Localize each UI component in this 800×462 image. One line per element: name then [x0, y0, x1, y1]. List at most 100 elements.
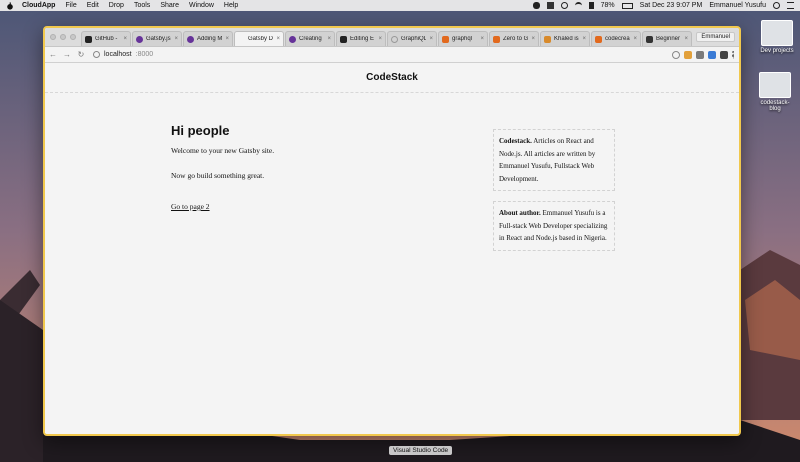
folder-icon — [761, 20, 793, 46]
volume-icon[interactable] — [588, 2, 594, 9]
browser-tab[interactable]: Creating × — [285, 31, 335, 46]
pen-icon — [544, 35, 551, 43]
sidebar: Codestack. Articles on React and Node.js… — [493, 129, 615, 261]
gatsby-icon — [136, 35, 143, 43]
browser-tab[interactable]: Editing E × — [336, 31, 386, 46]
udemy-icon — [646, 35, 653, 43]
forward-icon[interactable]: → — [63, 50, 71, 59]
browser-tab[interactable]: Khaled is × — [540, 31, 590, 46]
address-bar[interactable]: localhost:8000 — [91, 49, 666, 60]
browser-tab[interactable]: Adding M × — [183, 31, 233, 46]
browser-toolbar: ← → ↻ localhost:8000 — [45, 47, 739, 63]
close-tab-icon[interactable]: × — [633, 36, 637, 42]
medium-icon — [340, 35, 347, 43]
window-controls — [50, 34, 76, 40]
gatsby-icon — [187, 35, 194, 43]
close-tab-icon[interactable]: × — [276, 36, 280, 42]
menubar-app-name[interactable]: CloudApp — [22, 2, 55, 9]
close-tab-icon[interactable]: × — [429, 36, 433, 42]
menu-drop[interactable]: Drop — [109, 2, 124, 9]
sidebar-card-title: Codestack. — [499, 137, 532, 145]
back-icon[interactable]: ← — [49, 50, 57, 59]
site-title[interactable]: CodeStack — [366, 72, 418, 83]
extension-icon[interactable] — [696, 50, 704, 59]
graphql-icon — [391, 35, 398, 43]
menu-share[interactable]: Share — [160, 2, 179, 9]
folder-label: codestack-blog — [760, 100, 790, 112]
close-tab-icon[interactable]: × — [225, 36, 229, 42]
menu-edit[interactable]: Edit — [87, 2, 99, 9]
menu-window[interactable]: Window — [189, 2, 214, 9]
minimize-window-button[interactable] — [60, 34, 66, 40]
bookmark-icon — [493, 35, 500, 43]
main-content: Hi people Welcome to your new Gatsby sit… — [171, 123, 401, 214]
site-header: CodeStack — [45, 63, 739, 93]
menubar-user[interactable]: Emmanuel Yusufu — [709, 2, 766, 9]
folder-label: Dev projects — [760, 48, 794, 54]
star-icon[interactable] — [672, 50, 680, 59]
browser-tab[interactable]: GitHub - × — [81, 31, 131, 46]
menubar-clock[interactable]: Sat Dec 23 9:07 PM — [640, 2, 703, 9]
github-icon — [85, 35, 92, 43]
battery-percent[interactable]: 78% — [601, 2, 615, 9]
browser-window: GitHub - × Gatsby.js × Adding M × Gatsby D ×… — [43, 26, 741, 436]
page-viewport: CodeStack Hi people Welcome to your new … — [45, 63, 739, 433]
gatsby-icon — [289, 35, 296, 43]
close-tab-icon[interactable]: × — [684, 36, 688, 42]
close-tab-icon[interactable]: × — [378, 36, 382, 42]
bookmark-icon — [442, 35, 449, 43]
close-tab-icon[interactable]: × — [327, 36, 331, 42]
desktop-folder-codestack-blog[interactable]: codestack-blog — [756, 72, 794, 112]
close-tab-icon[interactable]: × — [123, 36, 127, 42]
menu-file[interactable]: File — [65, 2, 76, 9]
menu-icon[interactable] — [732, 50, 735, 59]
close-tab-icon[interactable]: × — [480, 36, 484, 42]
reload-icon[interactable]: ↻ — [77, 50, 85, 59]
extension-icon[interactable] — [684, 50, 692, 59]
close-tab-icon[interactable]: × — [531, 36, 535, 42]
menu-help[interactable]: Help — [224, 2, 238, 9]
url-host: localhost — [104, 51, 132, 58]
info-icon[interactable] — [93, 51, 100, 58]
search-icon[interactable] — [773, 2, 780, 9]
browser-tab[interactable]: graphql × — [438, 31, 488, 46]
page-2-link[interactable]: Go to page 2 — [171, 202, 210, 211]
cloud-icon[interactable] — [532, 2, 540, 9]
menubar-status-area: 78% Sat Dec 23 9:07 PM Emmanuel Yusufu — [532, 2, 794, 9]
list-icon[interactable] — [787, 2, 794, 9]
mac-menu-bar: CloudApp File Edit Drop Tools Share Wind… — [0, 0, 800, 11]
browser-tab[interactable]: Zero to G × — [489, 31, 539, 46]
close-tab-icon[interactable]: × — [582, 36, 586, 42]
welcome-text: Welcome to your new Gatsby site. — [171, 146, 275, 155]
dock-tooltip: Visual Studio Code — [389, 446, 453, 455]
extension-icon[interactable] — [720, 50, 728, 59]
page-icon — [238, 35, 245, 43]
dropbox-icon[interactable] — [546, 2, 554, 9]
extension-icons — [672, 50, 735, 59]
page-heading: Hi people — [171, 123, 230, 138]
browser-tab[interactable]: GraphiQL × — [387, 31, 437, 46]
wifi-icon[interactable] — [574, 2, 582, 9]
desktop-folder-dev-projects[interactable]: Dev projects — [758, 20, 796, 54]
browser-tab[interactable]: codecrea × — [591, 31, 641, 46]
menu-tools[interactable]: Tools — [134, 2, 150, 9]
zoom-window-button[interactable] — [70, 34, 76, 40]
extension-icon[interactable] — [708, 50, 716, 59]
browser-tab[interactable]: Gatsby.js × — [132, 31, 182, 46]
url-port: :8000 — [135, 51, 154, 58]
build-text: Now go build something great. — [171, 171, 265, 180]
close-window-button[interactable] — [50, 34, 56, 40]
browser-tab[interactable]: Beginner × — [642, 31, 692, 46]
battery-icon[interactable] — [621, 2, 633, 9]
profile-button[interactable]: Emmanuel — [696, 32, 735, 42]
close-tab-icon[interactable]: × — [174, 36, 178, 42]
sidebar-card-title: About author. — [499, 209, 541, 217]
browser-tab-active[interactable]: Gatsby D × — [234, 31, 284, 46]
bookmark-icon — [595, 35, 602, 43]
tab-strip: GitHub - × Gatsby.js × Adding M × Gatsby D ×… — [45, 28, 739, 47]
sidebar-card-about-author: About author. Emmanuel Yusufu is a Full-… — [493, 201, 615, 251]
sync-icon[interactable] — [560, 2, 568, 9]
folder-icon — [759, 72, 791, 98]
sidebar-card-codestack: Codestack. Articles on React and Node.js… — [493, 129, 615, 191]
apple-icon[interactable] — [6, 1, 14, 10]
